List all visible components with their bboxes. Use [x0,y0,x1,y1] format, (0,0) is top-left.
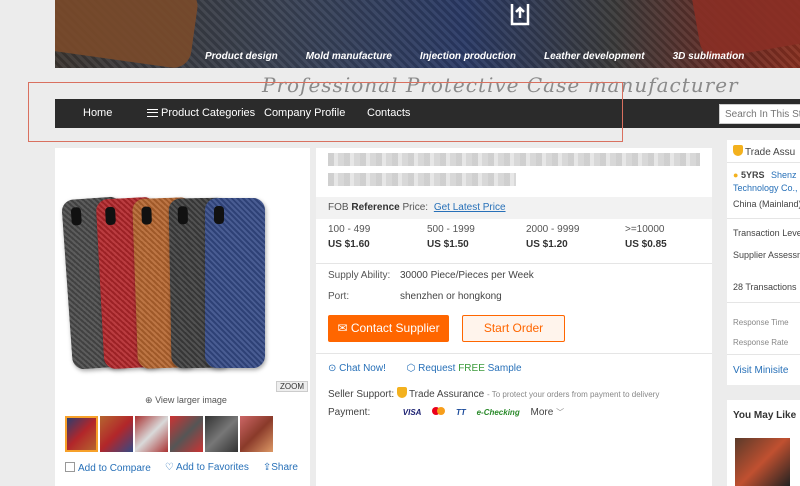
product-gallery: ZOOM ⊕ View larger image Add to Compare … [55,148,310,486]
mastercard-icon [432,407,446,417]
banner-feature: Injection production [419,51,517,62]
thumbnail[interactable] [205,416,238,452]
thumbnail-strip [65,416,273,452]
product-actions: Add to Compare ♡ Add to Favorites ⇪Share [65,462,298,474]
transaction-level-label: Transaction Level [733,228,800,238]
fob-price-bar: FOB Reference Price: Get Latest Price [316,197,712,219]
price-tier: 2000 - 9999 US $1.20 [526,224,580,250]
echecking-icon: e-Checking [476,408,520,417]
request-sample-link[interactable]: ⬡ Request FREE Sample [407,363,522,374]
supplier-location: China (Mainland) [733,199,800,209]
zoom-plus-icon: ⊕ [145,395,153,405]
envelope-icon: ✉ [337,321,348,335]
contact-supplier-button[interactable]: ✉ Contact Supplier [328,315,449,342]
product-page: Product design Mold manufacture Injectio… [0,0,800,486]
add-to-favorites[interactable]: ♡ Add to Favorites [165,462,249,474]
trade-assurance-icon [396,387,407,398]
thumbnail[interactable] [170,416,203,452]
supplier-card: Trade Assu ● 5YRS Shenz Technology Co., … [727,140,800,385]
response-rate-label: Response Rate [733,338,789,347]
price-tier: 100 - 499 US $1.60 [328,224,371,250]
view-larger-link[interactable]: ⊕ View larger image [145,395,227,406]
thumbnail[interactable] [240,416,273,452]
blurred-product-title-line2 [328,173,516,186]
add-to-compare[interactable]: Add to Compare [65,462,151,474]
response-time-label: Response Time [733,318,789,327]
divider [316,263,712,264]
price-tiers: 100 - 499 US $1.60 500 - 1999 US $1.50 2… [328,224,708,258]
divider [316,353,712,354]
supplier-years: ● 5YRS Shenz [733,170,797,180]
payment-row: Payment: VISA TT e-Checking More ﹀ [328,407,565,418]
annotation-highlight-box [28,82,623,142]
banner-feature: Mold manufacture [305,51,392,62]
share-icon: ⇪ [262,462,272,473]
view-larger-label: View larger image [155,395,227,405]
trade-assurance-badge: Trade Assu [733,145,795,158]
price-tier: 500 - 1999 US $1.50 [427,224,475,250]
supplier-assessment-label: Supplier Assessm [733,250,800,260]
checkbox-icon [65,462,75,472]
gold-medal-icon: ● [733,170,739,180]
port-row: Port: shenzhen or hongkong [328,291,502,302]
product-image[interactable] [61,188,282,388]
thumbnail[interactable] [65,416,98,452]
banner-feature: Leather development [544,51,645,62]
store-search-input[interactable] [719,104,800,124]
blurred-product-title [328,153,700,166]
heart-icon: ♡ [164,462,174,473]
price-tier: >=10000 US $0.85 [625,224,667,250]
more-payment-dropdown[interactable]: More ﹀ [530,407,564,418]
banner-features: Product design Mold manufacture Injectio… [205,51,772,62]
trade-assurance-link[interactable]: Trade Assurance [409,389,484,400]
thumbnail[interactable] [135,416,168,452]
get-latest-price-link[interactable]: Get Latest Price [434,202,506,213]
product-details: FOB Reference Price: Get Latest Price 10… [316,148,712,486]
supplier-name-link-line2[interactable]: Technology Co., L [733,183,800,193]
visa-icon: VISA [402,408,422,417]
supplier-name-link[interactable]: Shenz [771,170,797,180]
share-link[interactable]: ⇪Share [263,462,298,474]
store-banner: Product design Mold manufacture Injectio… [55,0,800,68]
you-may-like-title: You May Like [733,410,797,421]
banner-feature: 3D sublimation [672,51,745,62]
chevron-down-icon: ﹀ [556,408,565,417]
watermark-text: 外贸 [660,441,696,461]
banner-feature: Product design [205,51,278,62]
cube-icon: ⬡ [406,363,416,374]
seller-support-row: Seller Support: Trade Assurance - To pro… [328,387,660,400]
supply-ability-row: Supply Ability: 30000 Piece/Pieces per We… [328,270,534,281]
trade-assurance-icon [733,145,743,156]
visit-minisite-link[interactable]: Visit Minisite [733,365,788,376]
zoom-badge[interactable]: ZOOM [276,381,308,392]
recommended-product-thumbnail[interactable] [735,438,790,486]
chat-now-link[interactable]: ⊙ Chat Now! [328,363,386,374]
tt-icon: TT [456,408,466,417]
start-order-button[interactable]: Start Order [462,315,565,342]
upload-icon [510,4,530,26]
chat-icon: ⊙ [328,363,337,374]
phone-case-blue [205,198,265,368]
quick-links: ⊙ Chat Now! ⬡ Request FREE Sample [328,363,522,374]
transactions-count: 28 Transactions [733,282,797,292]
thumbnail[interactable] [100,416,133,452]
